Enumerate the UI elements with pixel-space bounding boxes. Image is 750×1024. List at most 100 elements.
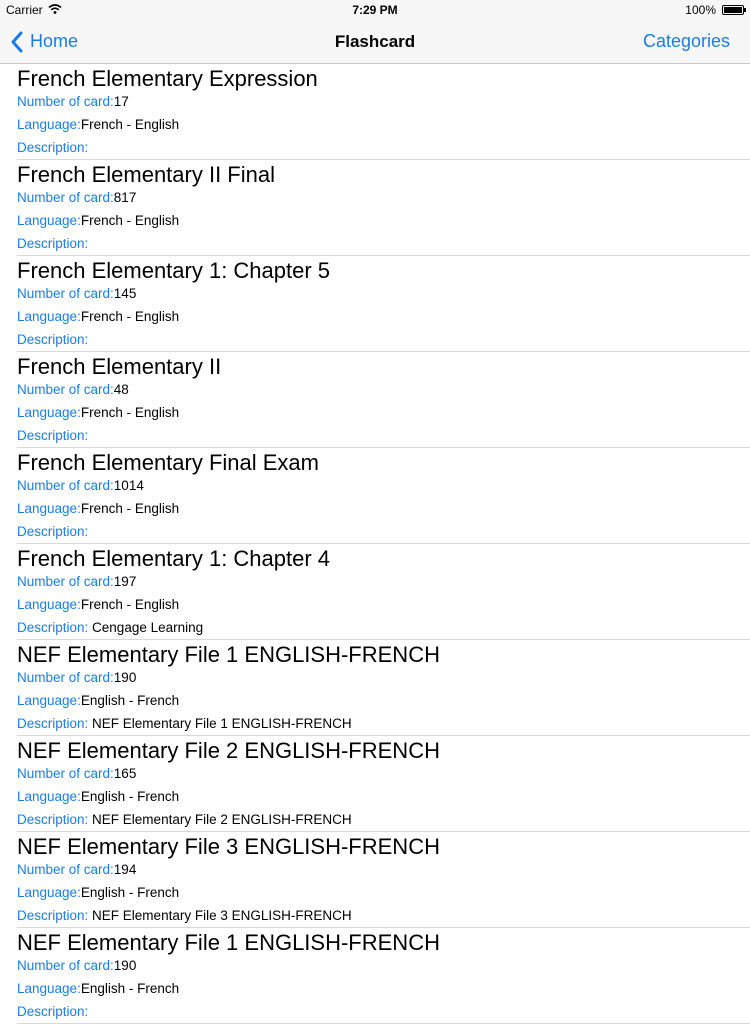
language-value: French - English bbox=[80, 405, 180, 420]
flashcard-row[interactable]: French Elementary Expression Number of ca… bbox=[17, 64, 750, 160]
flashcard-row[interactable]: French Elementary Final Exam Number of ca… bbox=[17, 448, 750, 544]
language-value: English - French bbox=[80, 885, 180, 900]
card-count-label: Number of card: bbox=[17, 574, 114, 589]
language-label: Language: bbox=[17, 885, 81, 900]
status-time: 7:29 PM bbox=[352, 3, 398, 17]
language-value: English - French bbox=[80, 693, 180, 708]
language-line: Language:English - French bbox=[17, 885, 179, 900]
description-line: Description: NEF Elementary File 2 ENGLI… bbox=[17, 812, 352, 827]
description-label: Description: bbox=[17, 140, 89, 155]
flashcard-title: French Elementary 1: Chapter 5 bbox=[17, 258, 331, 283]
language-line: Language:English - French bbox=[17, 981, 179, 996]
language-line: Language:English - French bbox=[17, 789, 179, 804]
language-value: French - English bbox=[80, 213, 180, 228]
language-value: English - French bbox=[80, 789, 180, 804]
description-line: Description: bbox=[17, 236, 88, 251]
description-label: Description: bbox=[17, 236, 89, 251]
language-line: Language:French - English bbox=[17, 405, 179, 420]
card-count-line: Number of card:165 bbox=[17, 766, 136, 781]
card-count-line: Number of card:1014 bbox=[17, 478, 144, 493]
language-line: Language:French - English bbox=[17, 117, 179, 132]
description-line: Description: bbox=[17, 428, 88, 443]
description-line: Description: bbox=[17, 140, 88, 155]
card-count-line: Number of card:817 bbox=[17, 190, 136, 205]
flashcard-row[interactable]: French Elementary II Number of card:48 Lan… bbox=[17, 352, 750, 448]
flashcard-row[interactable]: NEF Elementary File 1 ENGLISH-FRENCH Numb… bbox=[17, 640, 750, 736]
description-line: Description: bbox=[17, 332, 88, 347]
description-line: Description: bbox=[17, 524, 88, 539]
flashcard-row[interactable]: NEF Elementary File 1 ENGLISH-FRENCH Numb… bbox=[17, 928, 750, 1024]
flashcard-title: French Elementary Expression bbox=[17, 66, 318, 91]
flashcard-title: NEF Elementary File 2 ENGLISH-FRENCH bbox=[17, 738, 440, 763]
language-value: French - English bbox=[80, 309, 180, 324]
description-value: NEF Elementary File 3 ENGLISH-FRENCH bbox=[92, 908, 352, 923]
description-label: Description: bbox=[17, 812, 89, 827]
description-label: Description: bbox=[17, 908, 89, 923]
flashcard-row[interactable]: French Elementary II Final Number of card… bbox=[17, 160, 750, 256]
status-bar: Carrier 7:29 PM 100% bbox=[0, 0, 750, 20]
flashcard-title: French Elementary II bbox=[17, 354, 222, 379]
language-line: Language:French - English bbox=[17, 501, 179, 516]
description-label: Description: bbox=[17, 716, 89, 731]
card-count-value: 17 bbox=[113, 94, 129, 109]
card-count-label: Number of card: bbox=[17, 670, 114, 685]
card-count-value: 194 bbox=[113, 862, 137, 877]
language-label: Language: bbox=[17, 501, 81, 516]
description-value: NEF Elementary File 1 ENGLISH-FRENCH bbox=[92, 716, 352, 731]
flashcard-row[interactable]: NEF Elementary File 3 ENGLISH-FRENCH Numb… bbox=[17, 832, 750, 928]
language-line: Language:French - English bbox=[17, 597, 179, 612]
language-label: Language: bbox=[17, 117, 81, 132]
flashcard-row[interactable]: French Elementary 1: Chapter 5 Number of … bbox=[17, 256, 750, 352]
flashcard-row[interactable]: NEF Elementary File 2 ENGLISH-FRENCH Numb… bbox=[17, 736, 750, 832]
language-label: Language: bbox=[17, 309, 81, 324]
description-line: Description: Cengage Learning bbox=[17, 620, 203, 635]
language-line: Language:English - French bbox=[17, 693, 179, 708]
card-count-value: 817 bbox=[113, 190, 137, 205]
card-count-value: 145 bbox=[113, 286, 137, 301]
language-value: French - English bbox=[80, 501, 180, 516]
flashcard-title: French Elementary Final Exam bbox=[17, 450, 319, 475]
card-count-line: Number of card:190 bbox=[17, 958, 136, 973]
card-count-value: 48 bbox=[113, 382, 129, 397]
language-value: French - English bbox=[80, 117, 180, 132]
page-title: Flashcard bbox=[334, 32, 416, 51]
flashcard-list: French Elementary Expression Number of ca… bbox=[0, 64, 750, 1024]
card-count-line: Number of card:197 bbox=[17, 574, 136, 589]
back-button-label: Home bbox=[30, 31, 79, 51]
card-count-line: Number of card:145 bbox=[17, 286, 136, 301]
categories-button[interactable]: Categories bbox=[643, 20, 730, 63]
chevron-left-icon bbox=[11, 31, 23, 52]
flashcard-title: NEF Elementary File 3 ENGLISH-FRENCH bbox=[17, 834, 440, 859]
language-label: Language: bbox=[17, 213, 81, 228]
card-count-value: 1014 bbox=[113, 478, 144, 493]
language-value: French - English bbox=[80, 597, 180, 612]
card-count-value: 190 bbox=[113, 958, 137, 973]
battery-percent: 100% bbox=[685, 3, 716, 17]
card-count-line: Number of card:190 bbox=[17, 670, 136, 685]
card-count-label: Number of card: bbox=[17, 766, 114, 781]
description-line: Description: bbox=[17, 1004, 88, 1019]
language-label: Language: bbox=[17, 789, 81, 804]
description-value: NEF Elementary File 2 ENGLISH-FRENCH bbox=[92, 812, 352, 827]
description-value: Cengage Learning bbox=[92, 620, 204, 635]
flashcard-title: NEF Elementary File 1 ENGLISH-FRENCH bbox=[17, 642, 440, 667]
card-count-value: 190 bbox=[113, 670, 137, 685]
flashcard-row[interactable]: French Elementary 1: Chapter 4 Number of … bbox=[17, 544, 750, 640]
language-value: English - French bbox=[80, 981, 180, 996]
language-line: Language:French - English bbox=[17, 213, 179, 228]
description-label: Description: bbox=[17, 524, 89, 539]
description-label: Description: bbox=[17, 428, 89, 443]
description-label: Description: bbox=[17, 620, 89, 635]
card-count-label: Number of card: bbox=[17, 382, 114, 397]
description-line: Description: NEF Elementary File 1 ENGLI… bbox=[17, 716, 352, 731]
description-line: Description: NEF Elementary File 3 ENGLI… bbox=[17, 908, 352, 923]
language-label: Language: bbox=[17, 693, 81, 708]
description-label: Description: bbox=[17, 1004, 89, 1019]
back-button[interactable]: Home bbox=[10, 20, 78, 63]
card-count-label: Number of card: bbox=[17, 478, 114, 493]
language-line: Language:French - English bbox=[17, 309, 179, 324]
flashcard-title: French Elementary 1: Chapter 4 bbox=[17, 546, 331, 571]
card-count-label: Number of card: bbox=[17, 958, 114, 973]
card-count-label: Number of card: bbox=[17, 862, 114, 877]
language-label: Language: bbox=[17, 981, 81, 996]
